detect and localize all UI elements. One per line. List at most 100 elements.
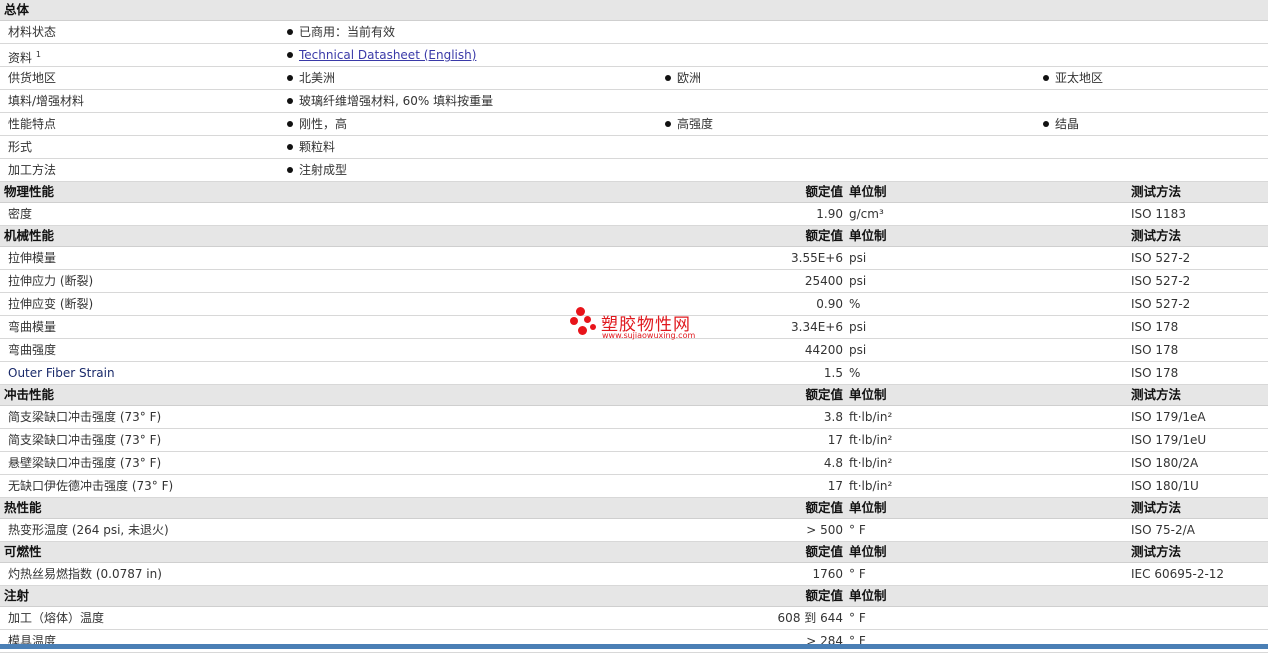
property-name: 无缺口伊佐德冲击强度 (73° F) (8, 479, 174, 493)
unit-header: 单位制 (849, 184, 887, 199)
property-value: 17 (827, 479, 843, 493)
section-title: 物理性能 (4, 184, 55, 199)
table-row: 模具温度 > 284 ° F (0, 630, 1268, 653)
section-title: 总体 (4, 2, 30, 17)
test-method: ISO 527-2 (1131, 297, 1191, 311)
table-row: 无缺口伊佐德冲击强度 (73° F) 17 ft·lb/in² ISO 180/… (0, 475, 1268, 498)
section-header-physical: 物理性能 额定值 单位制 测试方法 (0, 182, 1268, 203)
value-header: 额定值 (805, 184, 843, 199)
section-header-general: 总体 (0, 0, 1268, 21)
table-row: 密度 1.90 g/cm³ ISO 1183 (0, 203, 1268, 226)
test-method: IEC 60695-2-12 (1131, 567, 1225, 581)
table-row: 供货地区 北美洲 欧洲 亚太地区 (0, 67, 1268, 90)
table-row: 形式 颗粒料 (0, 136, 1268, 159)
table-row: 灼热丝易燃指数 (0.0787 in) 1760 ° F IEC 60695-2… (0, 563, 1268, 586)
test-method: ISO 180/2A (1131, 456, 1199, 470)
feature-item: 结晶 (1041, 113, 1079, 135)
test-method: ISO 178 (1131, 366, 1179, 380)
docs-label: 资料 (8, 51, 33, 65)
supply-region: 北美洲 (285, 67, 335, 89)
value-header: 额定值 (805, 387, 843, 402)
feature-item: 高强度 (663, 113, 713, 135)
unit-header: 单位制 (849, 588, 887, 603)
property-name: 热变形温度 (264 psi, 未退火) (8, 523, 169, 537)
property-value: 1.90 (816, 207, 843, 221)
supply-region: 亚太地区 (1041, 67, 1103, 89)
row-label: 填料/增强材料 (8, 94, 85, 108)
section-header-impact: 冲击性能 额定值 单位制 测试方法 (0, 385, 1268, 406)
section-title: 冲击性能 (4, 387, 55, 402)
table-row: 简支梁缺口冲击强度 (73° F) 17 ft·lb/in² ISO 179/1… (0, 429, 1268, 452)
docs-item: Technical Datasheet (English) (285, 44, 476, 66)
property-unit: psi (849, 274, 867, 288)
table-row: 拉伸模量 3.55E+6 psi ISO 527-2 (0, 247, 1268, 270)
unit-header: 单位制 (849, 387, 887, 402)
property-unit: ft·lb/in² (849, 479, 893, 493)
table-row: 填料/增强材料 玻璃纤维增强材料, 60% 填料按重量 (0, 90, 1268, 113)
footnote-marker: 1 (35, 50, 41, 59)
form-value: 颗粒料 (285, 136, 335, 158)
section-title: 可燃性 (4, 544, 42, 559)
table-row: 简支梁缺口冲击强度 (73° F) 3.8 ft·lb/in² ISO 179/… (0, 406, 1268, 429)
property-value: 0.90 (816, 297, 843, 311)
row-label: 供货地区 (8, 71, 57, 85)
technical-datasheet-link[interactable]: Technical Datasheet (English) (299, 48, 476, 62)
test-method-header: 测试方法 (1131, 228, 1182, 243)
test-method: ISO 178 (1131, 320, 1179, 334)
filler-value: 玻璃纤维增强材料, 60% 填料按重量 (285, 90, 493, 112)
section-title: 注射 (4, 588, 30, 603)
value-header: 额定值 (805, 228, 843, 243)
test-method: ISO 527-2 (1131, 251, 1191, 265)
row-label: 加工方法 (8, 163, 57, 177)
unit-header: 单位制 (849, 500, 887, 515)
value-header: 额定值 (805, 588, 843, 603)
property-value: 4.8 (823, 456, 843, 470)
property-unit: psi (849, 343, 867, 357)
value-header: 额定值 (805, 544, 843, 559)
test-method-header: 测试方法 (1131, 387, 1182, 402)
site-watermark: 塑胶物性网 www.sujiaowuxing.com (570, 307, 700, 343)
property-unit: ° F (849, 567, 866, 581)
property-value: 608 到 644 (777, 611, 843, 625)
section-header-flammability: 可燃性 额定值 单位制 测试方法 (0, 542, 1268, 563)
property-unit: ft·lb/in² (849, 410, 893, 424)
property-unit: ft·lb/in² (849, 433, 893, 447)
property-name: 密度 (8, 207, 33, 221)
property-unit: ° F (849, 523, 866, 537)
property-name: 加工（熔体）温度 (8, 611, 105, 625)
property-name: 弯曲强度 (8, 343, 57, 357)
test-method-header: 测试方法 (1131, 544, 1182, 559)
test-method: ISO 1183 (1131, 207, 1186, 221)
test-method: ISO 180/1U (1131, 479, 1199, 493)
property-value: 3.55E+6 (791, 251, 843, 265)
property-unit: g/cm³ (849, 207, 884, 221)
supply-region: 欧洲 (663, 67, 701, 89)
property-value: 3.34E+6 (791, 320, 843, 334)
property-name: 拉伸应力 (断裂) (8, 274, 94, 288)
table-row: 加工（熔体）温度 608 到 644 ° F (0, 607, 1268, 630)
property-unit: ° F (849, 611, 866, 625)
property-value: 1760 (812, 567, 843, 581)
value-header: 额定值 (805, 500, 843, 515)
row-label: 资料 1 (8, 44, 41, 69)
property-value: 25400 (804, 274, 843, 288)
unit-header: 单位制 (849, 228, 887, 243)
property-name: 简支梁缺口冲击强度 (73° F) (8, 410, 162, 424)
table-row: 热变形温度 (264 psi, 未退火) > 500 ° F ISO 75-2/… (0, 519, 1268, 542)
property-name: 拉伸模量 (8, 251, 57, 265)
section-header-injection: 注射 额定值 单位制 (0, 586, 1268, 607)
table-row: 性能特点 刚性，高 高强度 结晶 (0, 113, 1268, 136)
row-label: 性能特点 (8, 117, 57, 131)
test-method-header: 测试方法 (1131, 500, 1182, 515)
watermark-url: www.sujiaowuxing.com (602, 331, 696, 340)
table-row: 拉伸应力 (断裂) 25400 psi ISO 527-2 (0, 270, 1268, 293)
row-label: 材料状态 (8, 25, 57, 39)
property-name: 灼热丝易燃指数 (0.0787 in) (8, 567, 162, 581)
property-name: 拉伸应变 (断裂) (8, 297, 94, 311)
test-method: ISO 75-2/A (1131, 523, 1195, 537)
table-row: Outer Fiber Strain 1.5 % ISO 178 (0, 362, 1268, 385)
table-row: 材料状态 已商用：当前有效 (0, 21, 1268, 44)
property-value: 3.8 (823, 410, 843, 424)
feature-item: 刚性，高 (285, 113, 347, 135)
section-header-thermal: 热性能 额定值 单位制 测试方法 (0, 498, 1268, 519)
